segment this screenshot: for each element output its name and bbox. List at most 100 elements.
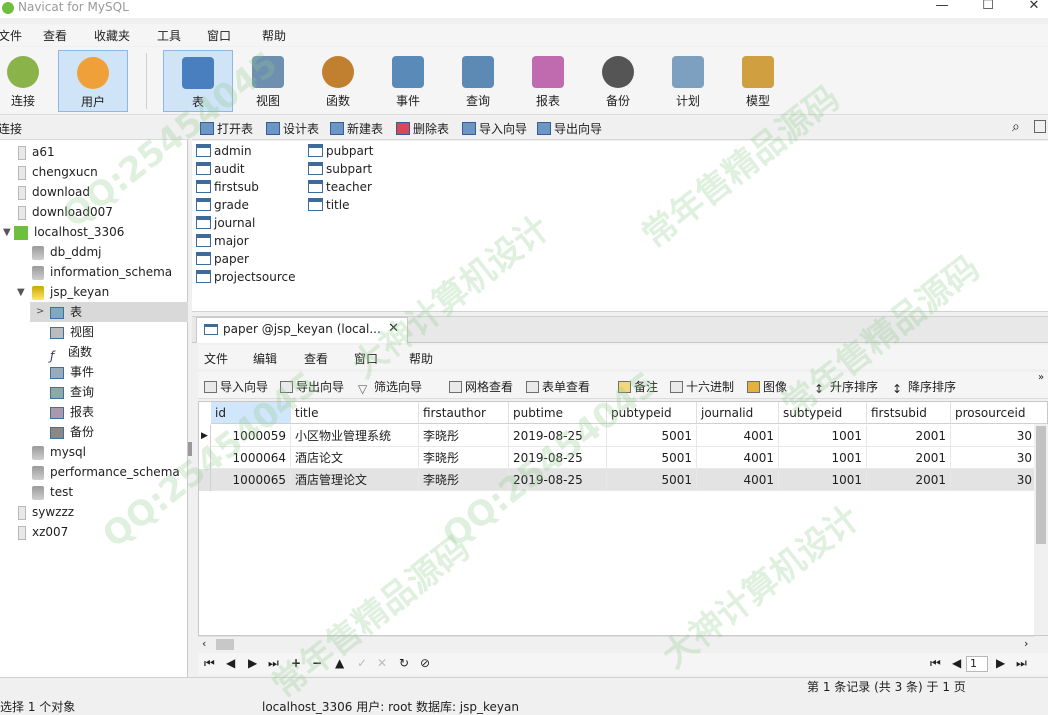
list-view-icon[interactable] bbox=[1034, 120, 1046, 133]
table-item-projectsource[interactable]: projectsource bbox=[196, 268, 296, 286]
table-item-audit[interactable]: audit bbox=[196, 160, 245, 178]
toolbar-user-button[interactable]: 用户 bbox=[58, 50, 128, 112]
toolbar-view-button[interactable]: 视图 bbox=[233, 50, 303, 112]
table-item-journal[interactable]: journal bbox=[196, 214, 255, 232]
cell-prosourceid[interactable]: 30 bbox=[951, 469, 1037, 491]
cell-firstauthor[interactable]: 李晓彤 bbox=[419, 447, 509, 469]
column-header-journalid[interactable]: journalid bbox=[697, 402, 779, 424]
tab-paper[interactable]: paper @jsp_keyan (local... ✕ bbox=[196, 317, 408, 343]
tree-item-sywzzz[interactable]: sywzzz bbox=[18, 502, 74, 522]
toolbar-overflow-icon[interactable]: » bbox=[1038, 372, 1044, 383]
toolbar-function-button[interactable]: 函数 bbox=[303, 50, 373, 112]
cell-firstsubid[interactable]: 2001 bbox=[867, 425, 951, 447]
collapse-icon[interactable]: ▼ bbox=[3, 227, 11, 238]
refresh-button[interactable]: ↻ bbox=[399, 656, 409, 670]
table-item-major[interactable]: major bbox=[196, 232, 249, 250]
menu-help[interactable]: 帮助 bbox=[262, 27, 286, 44]
first-page-button[interactable]: ⏮ bbox=[930, 656, 941, 671]
open-table-button[interactable]: 打开表 bbox=[200, 120, 253, 137]
cell-pubtime[interactable]: 2019-08-25 bbox=[509, 425, 607, 447]
cell-firstauthor[interactable]: 李晓彤 bbox=[419, 469, 509, 491]
tree-item-xz007[interactable]: xz007 bbox=[18, 522, 68, 542]
cell-journalid[interactable]: 4001 bbox=[697, 447, 779, 469]
cell-journalid[interactable]: 4001 bbox=[697, 469, 779, 491]
inner-menu-help[interactable]: 帮助 bbox=[409, 350, 433, 367]
sort-descending-button[interactable]: ↕ 降序排序 bbox=[892, 378, 956, 396]
inner-menu-file[interactable]: 文件 bbox=[204, 350, 228, 367]
tree-item-reports[interactable]: 报表 bbox=[50, 402, 94, 422]
column-header-pubtypeid[interactable]: pubtypeid bbox=[607, 402, 697, 424]
filter-wizard-button[interactable]: ▽ 筛选向导 bbox=[358, 378, 422, 396]
tree-item-mysql[interactable]: mysql bbox=[32, 442, 86, 462]
cancel-button[interactable]: ✕ bbox=[377, 656, 387, 670]
tree-item-queries[interactable]: 查询 bbox=[50, 382, 94, 402]
cell-firstauthor[interactable]: 李晓彤 bbox=[419, 425, 509, 447]
menu-tools[interactable]: 工具 bbox=[157, 27, 181, 44]
menu-window[interactable]: 窗口 bbox=[207, 27, 231, 44]
table-item-title[interactable]: title bbox=[308, 196, 349, 214]
cell-journalid[interactable]: 4001 bbox=[697, 425, 779, 447]
form-view-button[interactable]: 表单查看 bbox=[526, 378, 590, 395]
stop-button[interactable]: ⊘ bbox=[420, 656, 430, 670]
tree-item-views[interactable]: 视图 bbox=[50, 322, 94, 342]
grid-export-button[interactable]: 导出向导 bbox=[280, 378, 344, 395]
close-button[interactable]: ✕ bbox=[1011, 0, 1048, 16]
table-item-subpart[interactable]: subpart bbox=[308, 160, 372, 178]
tree-item-tables[interactable]: > 表 bbox=[30, 302, 188, 322]
design-table-button[interactable]: 设计表 bbox=[266, 120, 319, 137]
menu-favorites[interactable]: 收藏夹 bbox=[94, 27, 130, 44]
cell-subtypeid[interactable]: 1001 bbox=[779, 469, 867, 491]
export-wizard-button[interactable]: 导出向导 bbox=[537, 120, 602, 137]
cell-pubtime[interactable]: 2019-08-25 bbox=[509, 447, 607, 469]
menu-file[interactable]: 文件 bbox=[0, 27, 22, 44]
cell-prosourceid[interactable]: 30 bbox=[951, 425, 1037, 447]
menu-view[interactable]: 查看 bbox=[43, 27, 67, 44]
column-header-firstauthor[interactable]: firstauthor bbox=[419, 402, 509, 424]
page-number-input[interactable]: 1 bbox=[966, 656, 988, 672]
tree-item-localhost-3306[interactable]: localhost_3306 bbox=[14, 222, 124, 242]
tree-item-performance-schema[interactable]: performance_schema bbox=[32, 462, 180, 482]
table-item-firstsub[interactable]: firstsub bbox=[196, 178, 259, 196]
cell-pubtypeid[interactable]: 5001 bbox=[607, 425, 697, 447]
next-record-button[interactable]: ▶ bbox=[248, 656, 257, 670]
table-row[interactable]: 1000065 酒店管理论文 李晓彤 2019-08-25 5001 4001 … bbox=[199, 469, 1047, 491]
search-icon[interactable]: ⌕ bbox=[1012, 119, 1020, 135]
tree-item-functions[interactable]: ƒ 函数 bbox=[50, 342, 92, 363]
inner-menu-view[interactable]: 查看 bbox=[304, 350, 328, 367]
toolbar-event-button[interactable]: 事件 bbox=[373, 50, 443, 112]
cell-pubtypeid[interactable]: 5001 bbox=[607, 447, 697, 469]
cell-id[interactable]: 1000065 bbox=[211, 469, 291, 491]
inner-menu-window[interactable]: 窗口 bbox=[354, 350, 378, 367]
move-up-button[interactable]: ▲ bbox=[335, 656, 344, 670]
cell-id[interactable]: 1000064 bbox=[211, 447, 291, 469]
sort-ascending-button[interactable]: ↕ 升序排序 bbox=[814, 378, 878, 396]
column-header-subtypeid[interactable]: subtypeid bbox=[779, 402, 867, 424]
toolbar-backup-button[interactable]: 备份 bbox=[583, 50, 653, 112]
table-row[interactable]: ▶ 1000059 小区物业管理系统 李晓彤 2019-08-25 5001 4… bbox=[199, 425, 1047, 447]
toolbar-table-button[interactable]: 表 bbox=[163, 50, 233, 112]
cell-subtypeid[interactable]: 1001 bbox=[779, 425, 867, 447]
horizontal-scroll-thumb[interactable] bbox=[216, 639, 234, 650]
last-page-button[interactable]: ⏭ bbox=[1016, 656, 1027, 671]
cell-title[interactable]: 酒店论文 bbox=[291, 447, 419, 469]
image-button[interactable]: 图像 bbox=[747, 378, 787, 395]
expand-icon[interactable]: > bbox=[36, 302, 44, 322]
toolbar-query-button[interactable]: 查询 bbox=[443, 50, 513, 112]
cell-pubtypeid[interactable]: 5001 bbox=[607, 469, 697, 491]
cell-subtypeid[interactable]: 1001 bbox=[779, 447, 867, 469]
table-item-admin[interactable]: admin bbox=[196, 142, 252, 160]
apply-button[interactable]: ✓ bbox=[357, 656, 367, 670]
cell-title[interactable]: 小区物业管理系统 bbox=[291, 425, 419, 447]
delete-record-button[interactable]: − bbox=[312, 656, 322, 670]
tree-item-download007[interactable]: download007 bbox=[18, 202, 113, 222]
next-page-button[interactable]: ▶ bbox=[996, 656, 1005, 670]
tree-item-chengxucn[interactable]: chengxucn bbox=[18, 162, 98, 182]
add-record-button[interactable]: + bbox=[291, 656, 301, 670]
table-row[interactable]: 1000064 酒店论文 李晓彤 2019-08-25 5001 4001 10… bbox=[199, 447, 1047, 469]
tree-item-events[interactable]: 事件 bbox=[50, 362, 94, 382]
tree-item-a61[interactable]: a61 bbox=[18, 142, 55, 162]
cell-title[interactable]: 酒店管理论文 bbox=[291, 469, 419, 491]
cell-pubtime[interactable]: 2019-08-25 bbox=[509, 469, 607, 491]
hex-button[interactable]: 十六进制 bbox=[670, 378, 734, 395]
import-wizard-button[interactable]: 导入向导 bbox=[462, 120, 527, 137]
